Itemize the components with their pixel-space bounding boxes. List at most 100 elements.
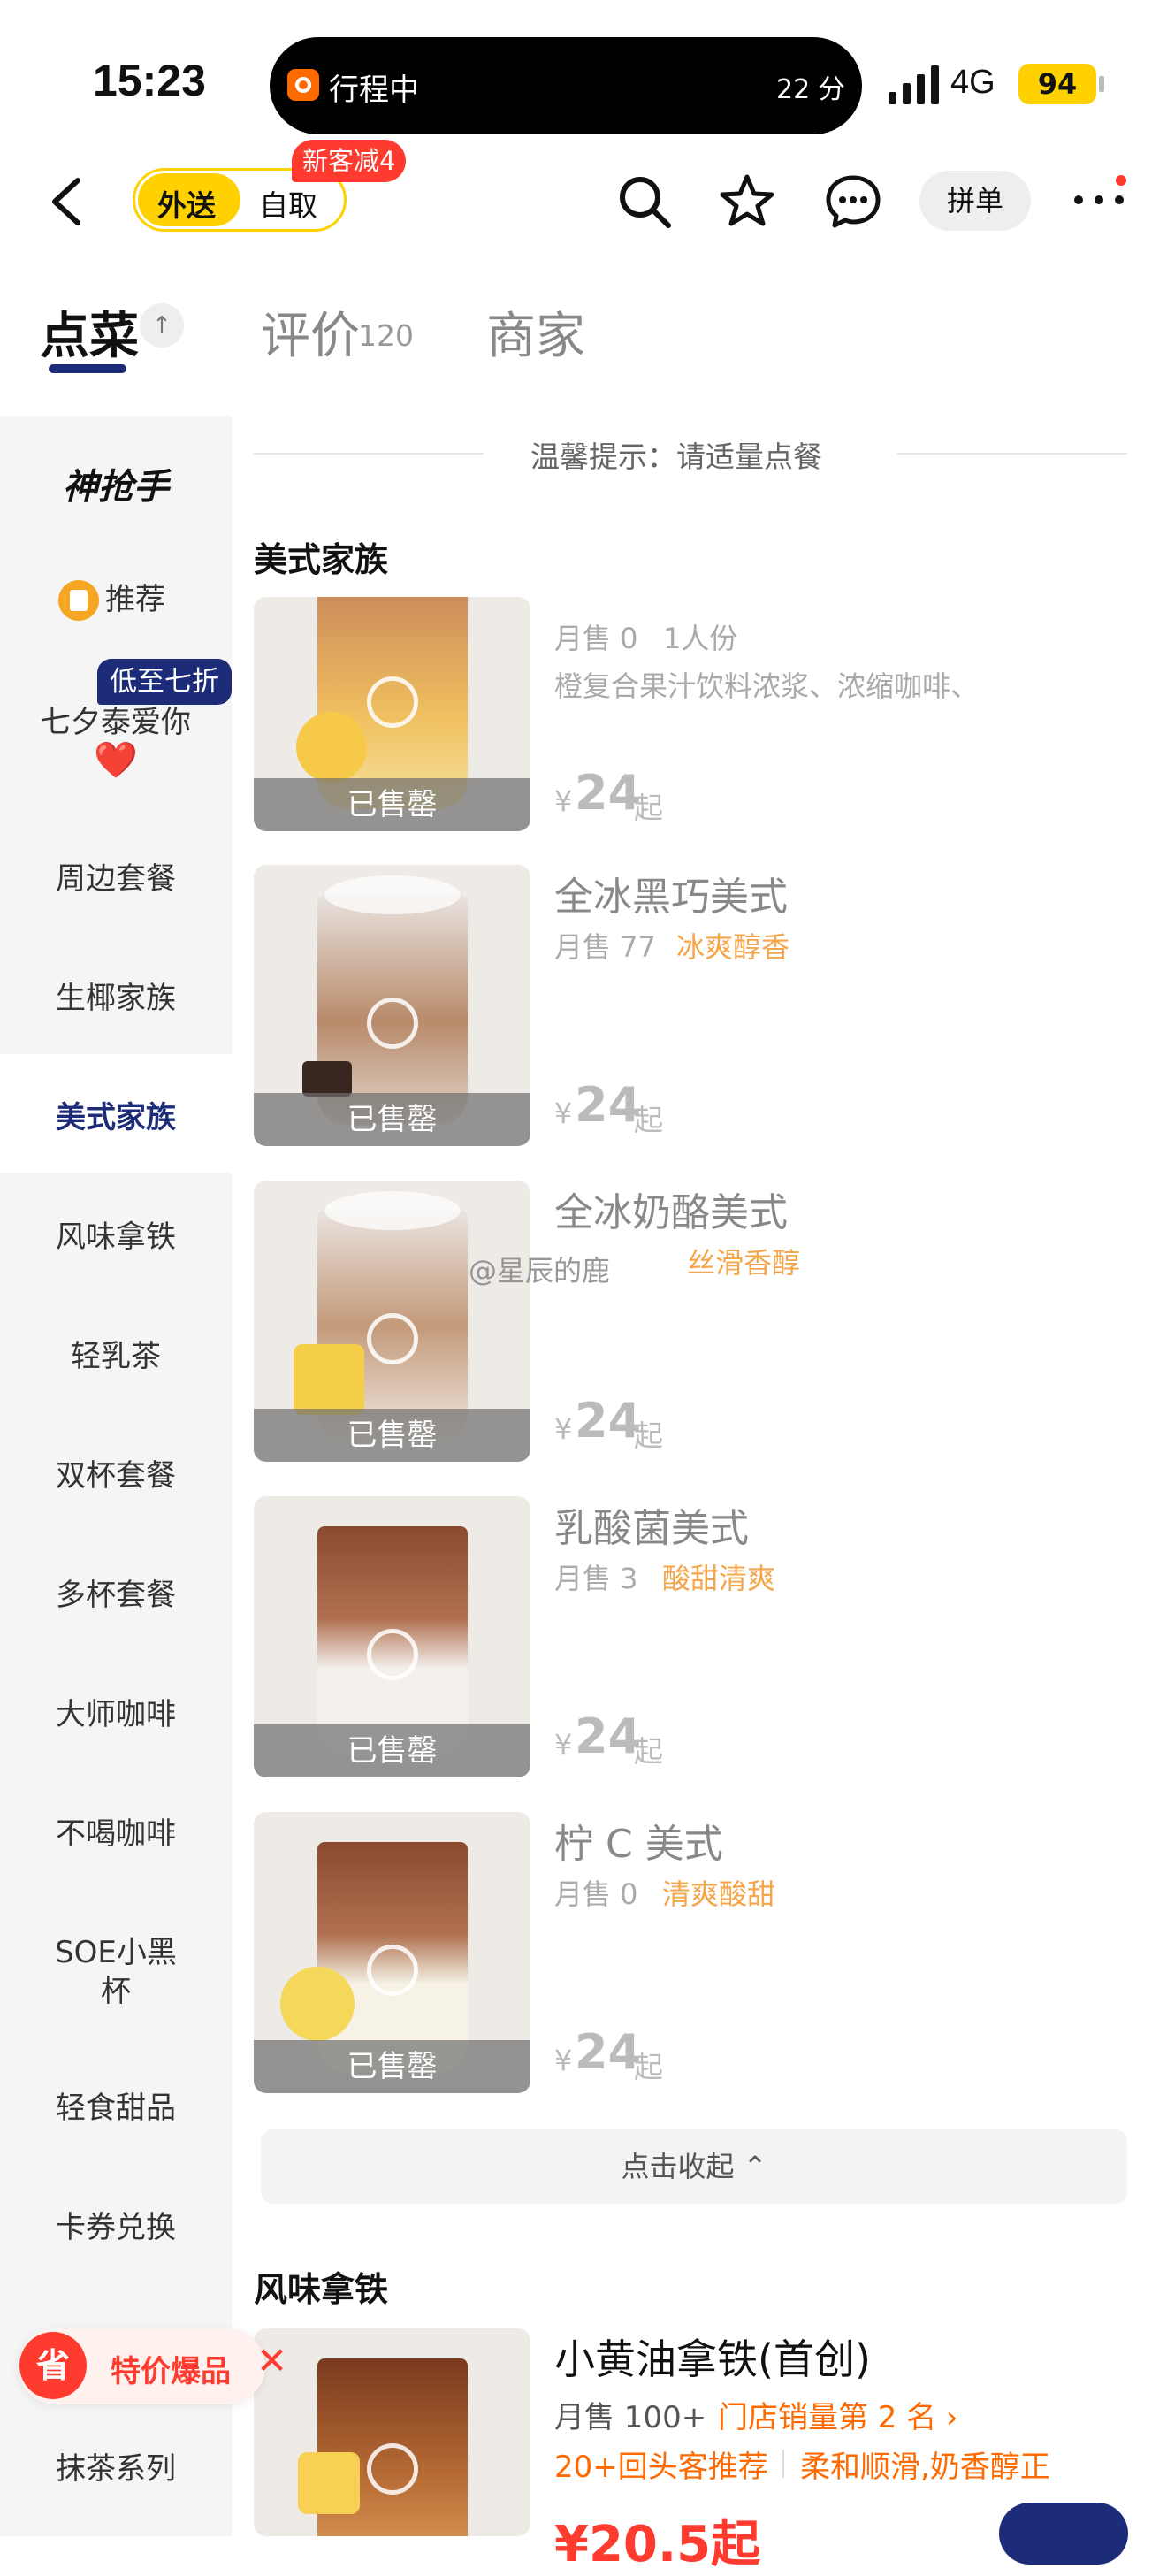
signal-icon <box>889 65 939 104</box>
back-icon[interactable] <box>46 175 87 228</box>
collapse-button[interactable]: 点击收起 ⌃ <box>261 2129 1127 2204</box>
pin-top-icon[interactable]: ↑ <box>140 303 184 348</box>
tab-menu[interactable]: 点菜 <box>40 296 139 368</box>
group-order-button[interactable]: 拼单 <box>919 171 1031 231</box>
sold-out-overlay: 已售罄 <box>254 1093 530 1146</box>
delivery-option[interactable]: 外送 <box>157 182 216 225</box>
featured-product-sales: 月售 100+ <box>554 2400 707 2435</box>
tag-separator <box>782 2450 784 2478</box>
close-icon[interactable]: ✕ <box>256 2339 287 2382</box>
product-tag: 清爽酸甜 <box>662 1877 776 1911</box>
product-tag: 冰爽醇香 <box>676 930 790 964</box>
product-card[interactable]: 已售罄 月售 0 1人份 橙复合果汁饮料浓浆、浓缩咖啡、 ¥ 24 起 <box>254 597 1167 831</box>
notice-text: 温馨提示：请适量点餐 <box>530 440 822 474</box>
product-card[interactable]: 已售罄 全冰奶酪美式 丝滑香醇 ¥ 24 起 <box>254 1181 1167 1462</box>
featured-product-name[interactable]: 小黄油拿铁(首创) <box>554 2328 871 2386</box>
notice-divider-right <box>897 453 1127 455</box>
product-name: 柠 C 美式 <box>554 1822 723 1867</box>
network-type: 4G <box>950 64 995 101</box>
discount-badge: 低至七折 <box>97 659 232 705</box>
sales-rank-link[interactable]: 门店销量第 2 名 › <box>718 2393 958 2436</box>
brand-logo-icon <box>367 2443 418 2495</box>
ride-app-icon <box>287 69 319 101</box>
product-sales: 月售 0 <box>554 622 638 655</box>
price-suffix: 起 <box>634 1734 663 1769</box>
sidebar-item-qixi[interactable]: 七夕泰爱你 <box>0 703 232 742</box>
tab-merchant[interactable]: 商家 <box>486 296 585 368</box>
heart-icon: ❤️ <box>94 740 138 781</box>
product-card[interactable]: 已售罄 全冰黑巧美式 月售 77 冰爽醇香 ¥ 24 起 <box>254 865 1167 1146</box>
sidebar-item-vouchers[interactable]: 卡券兑换 <box>0 2208 232 2247</box>
sidebar-item-soe[interactable]: SOE小黑杯 <box>49 1933 183 2011</box>
price-suffix: 起 <box>634 1103 663 1137</box>
brand-logo-icon <box>367 1945 418 1996</box>
tab-reviews[interactable]: 评价 <box>261 296 360 368</box>
status-time: 15:23 <box>93 56 206 105</box>
price-symbol: ¥ <box>554 1412 573 1446</box>
notification-dot <box>1116 175 1126 186</box>
sidebar-item-milk-tea[interactable]: 轻乳茶 <box>0 1337 232 1376</box>
product-price: 24 <box>575 765 642 821</box>
repeat-customer-tag: 20+回头客推荐 <box>554 2450 768 2485</box>
sidebar-item-snacks[interactable]: 轻食甜品 <box>0 2089 232 2128</box>
sidebar-item-latte[interactable]: 风味拿铁 <box>0 1218 232 1257</box>
tab-indicator <box>49 364 126 373</box>
notice-divider-left <box>254 453 484 455</box>
sidebar-item-multi[interactable]: 多杯套餐 <box>0 1576 232 1615</box>
sold-out-overlay: 已售罄 <box>254 778 530 831</box>
sidebar-item-americano[interactable]: 美式家族 <box>0 1098 232 1137</box>
product-image: 已售罄 <box>254 597 530 831</box>
sidebar-item-coconut[interactable]: 生椰家族 <box>0 979 232 1018</box>
watermark: @星辰的鹿 <box>469 1254 611 1288</box>
sidebar-item-matcha[interactable]: 抹茶系列 <box>0 2450 232 2488</box>
product-image: 已售罄 <box>254 1496 530 1777</box>
star-icon[interactable] <box>718 172 776 231</box>
product-price: 24 <box>575 1708 642 1764</box>
product-card[interactable]: 已售罄 柠 C 美式 月售 0 清爽酸甜 ¥ 24 起 <box>254 1812 1167 2093</box>
search-icon[interactable] <box>615 172 674 231</box>
price-suffix: 起 <box>634 1418 663 1453</box>
select-spec-button[interactable] <box>999 2503 1128 2565</box>
price-symbol: ¥ <box>554 1728 573 1762</box>
product-sales: 月售 0 <box>554 1877 638 1911</box>
product-card[interactable]: 已售罄 乳酸菌美式 月售 3 酸甜清爽 ¥ 24 起 <box>254 1496 1167 1777</box>
price-symbol: ¥ <box>554 2044 573 2077</box>
product-price: 24 <box>575 1077 642 1133</box>
pickup-option[interactable]: 自取 <box>259 182 317 225</box>
sold-out-overlay: 已售罄 <box>254 2040 530 2093</box>
sidebar-item-recommend[interactable]: 推荐 <box>19 580 251 619</box>
product-sales: 月售 3 <box>554 1562 638 1595</box>
price-symbol: ¥ <box>554 784 573 818</box>
brand-logo-icon <box>367 1313 418 1364</box>
activity-title: 行程中 <box>329 73 419 108</box>
brand-logo-icon <box>367 676 418 728</box>
review-count: 120 <box>358 318 414 353</box>
price-symbol: ¥ <box>554 1097 573 1130</box>
price-suffix: 起 <box>634 791 663 825</box>
deal-label[interactable]: 特价爆品 <box>111 2347 231 2390</box>
product-price: 24 <box>575 2024 642 2080</box>
sidebar-item-double[interactable]: 双杯套餐 <box>0 1456 232 1495</box>
battery-tip <box>1099 76 1104 92</box>
product-desc: 橙复合果汁饮料浓浆、浓缩咖啡、 <box>554 669 980 703</box>
sidebar-logo[interactable]: 神抢手 <box>0 458 232 509</box>
product-name: 全冰黑巧美式 <box>554 875 788 920</box>
product-image: 已售罄 <box>254 865 530 1146</box>
section-title-latte: 风味拿铁 <box>254 2270 389 2309</box>
savings-icon: 省 <box>19 2332 87 2399</box>
featured-price: ¥20.5起 <box>554 2516 761 2573</box>
product-name: 乳酸菌美式 <box>554 1506 749 1551</box>
new-customer-badge: 新客减4 <box>292 140 407 182</box>
product-portion: 1人份 <box>663 622 738 655</box>
featured-product-image[interactable] <box>254 2328 530 2536</box>
activity-time: 22 分 <box>776 74 845 105</box>
product-image: 已售罄 <box>254 1812 530 2093</box>
price-suffix: 起 <box>634 2050 663 2084</box>
sidebar-item-no-coffee[interactable]: 不喝咖啡 <box>0 1815 232 1854</box>
sidebar-item-master[interactable]: 大师咖啡 <box>0 1695 232 1734</box>
battery-icon: 94 <box>1018 64 1096 104</box>
sidebar-item-merch[interactable]: 周边套餐 <box>0 860 232 898</box>
chat-icon[interactable] <box>824 172 882 231</box>
product-tag: 酸甜清爽 <box>662 1562 776 1595</box>
product-sales: 月售 77 <box>554 930 656 964</box>
